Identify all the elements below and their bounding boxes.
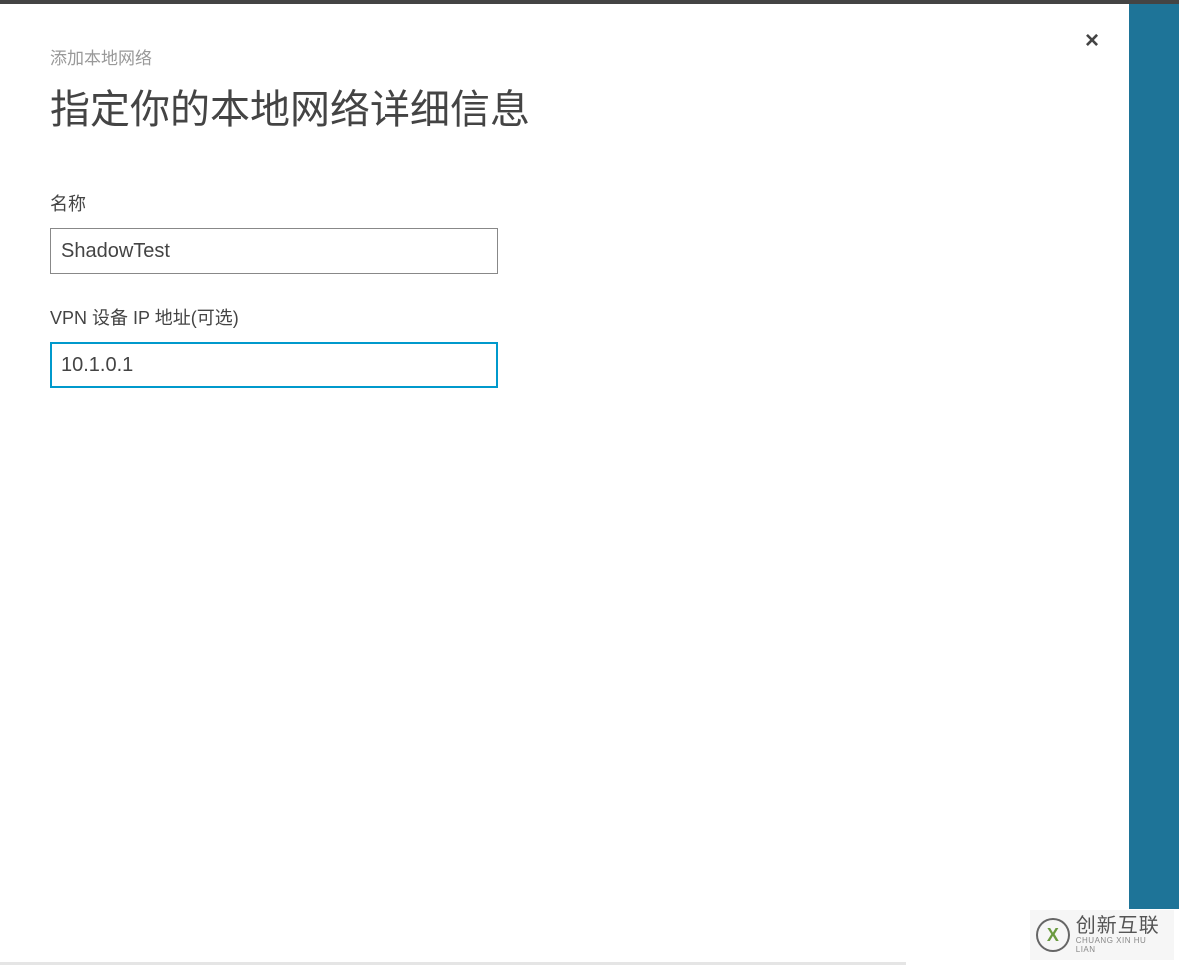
name-label: 名称	[50, 190, 1079, 216]
page-title: 指定你的本地网络详细信息	[50, 77, 1079, 135]
watermark-text: 创新互联 CHUANG XIN HU LIAN	[1076, 915, 1168, 955]
right-panel	[1129, 4, 1179, 909]
vpn-ip-label: VPN 设备 IP 地址(可选)	[50, 304, 1079, 330]
modal-container: × 添加本地网络 指定你的本地网络详细信息 名称 VPN 设备 IP 地址(可选…	[0, 4, 1129, 965]
name-input[interactable]	[50, 228, 498, 274]
vpn-ip-input[interactable]	[50, 342, 498, 388]
watermark: X 创新互联 CHUANG XIN HU LIAN	[1030, 910, 1174, 960]
watermark-logo-icon: X	[1036, 918, 1070, 952]
watermark-sub-text: CHUANG XIN HU LIAN	[1076, 937, 1168, 955]
breadcrumb: 添加本地网络	[50, 44, 1079, 69]
form-group-vpn-ip: VPN 设备 IP 地址(可选)	[50, 304, 1079, 388]
watermark-main-text: 创新互联	[1076, 915, 1168, 937]
form-group-name: 名称	[50, 190, 1079, 274]
close-button[interactable]: ×	[1080, 29, 1104, 53]
